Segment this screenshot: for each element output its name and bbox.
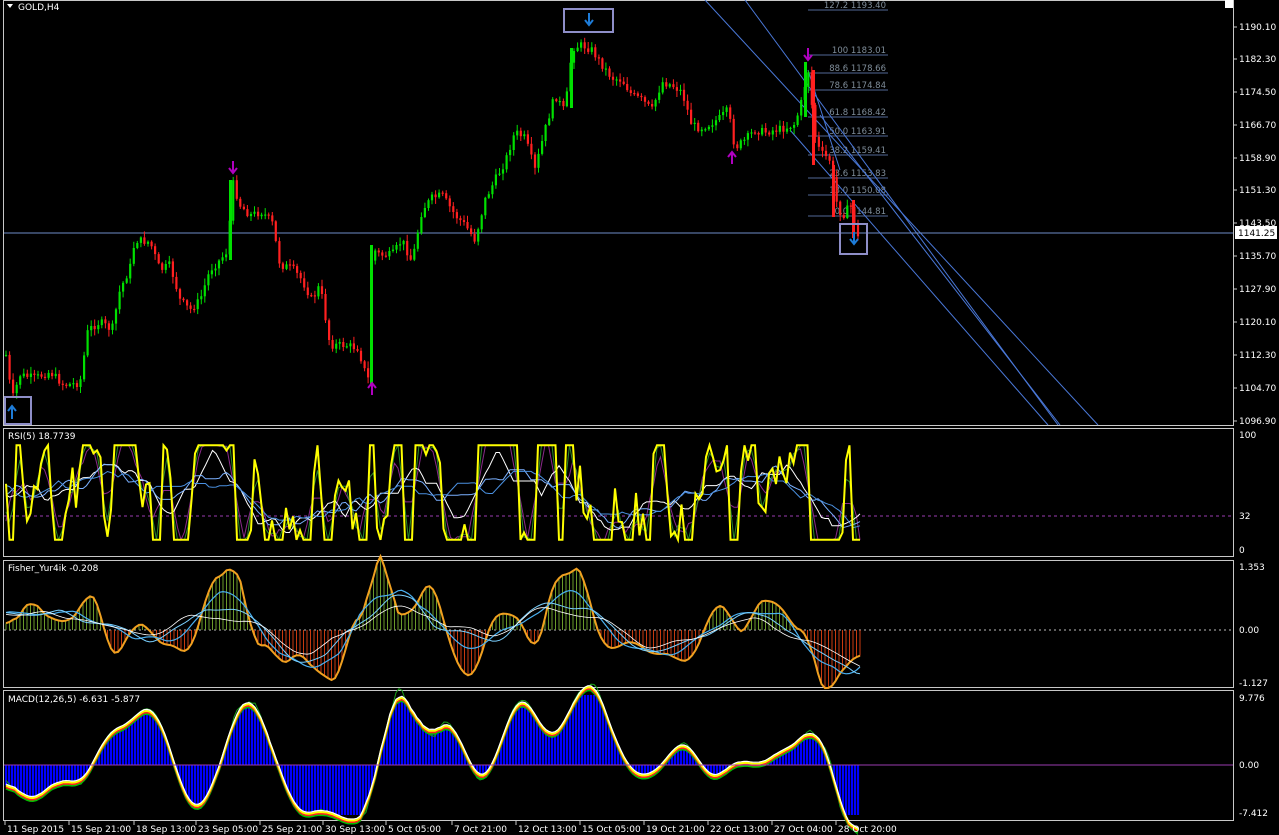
macd-lines	[4, 683, 860, 835]
fib-level-label: 100 1183.01	[832, 46, 886, 56]
rsi-tick: 0	[1239, 546, 1245, 556]
time-tick: 25 Sep 21:00	[262, 825, 322, 835]
price-tick: 1190.10	[1239, 23, 1276, 33]
price-tick: 1182.30	[1239, 55, 1276, 65]
price-tick: 1135.70	[1239, 252, 1276, 262]
price-tick: 1104.70	[1239, 384, 1276, 394]
current-price-tag: 1141.25	[1235, 226, 1277, 239]
up-arrow-icon	[367, 381, 377, 395]
time-tick: 7 Oct 21:00	[454, 825, 507, 835]
price-tick: 1166.70	[1239, 121, 1276, 131]
macd-tick: 0.00	[1239, 761, 1259, 771]
macd-title: MACD(12,26,5) -6.631 -5.877	[8, 695, 140, 705]
chart-window[interactable]: 127.2 1193.40 100 1183.01 88.6 1178.66 78.6…	[0, 0, 1279, 835]
time-tick: 11 Sep 2015	[7, 825, 64, 835]
up-arrow-icon	[727, 150, 737, 164]
svg-text:1141.25: 1141.25	[1238, 229, 1275, 239]
fisher-pane[interactable]: Fisher_Yur4ik -0.208 1.353 0.00 -1.127	[4, 553, 1268, 690]
rsi-pane[interactable]: RSI(5) 18.7739 100 32 0	[4, 431, 1256, 556]
fib-level-label: 50.0 1163.91	[829, 127, 886, 137]
price-tick: 1158.90	[1239, 154, 1276, 164]
time-tick: 27 Oct 04:00	[774, 825, 833, 835]
chevron-down-icon	[7, 4, 13, 8]
price-tick: 1151.30	[1239, 186, 1276, 196]
signal-arrows	[228, 48, 813, 395]
fisher-lines	[5, 553, 861, 690]
time-tick: 18 Sep 13:00	[136, 825, 196, 835]
trend-channel[interactable]	[704, 0, 1099, 426]
price-tick: 1174.50	[1239, 88, 1276, 98]
symbol-title[interactable]: GOLD,H4	[7, 3, 60, 13]
fib-level-label: 127.2 1193.40	[824, 1, 886, 11]
rsi-tick: 32	[1239, 512, 1250, 522]
fisher-tick: -1.127	[1239, 679, 1268, 689]
time-tick: 28 Oct 20:00	[838, 825, 897, 835]
rsi-title: RSI(5) 18.7739	[8, 432, 76, 442]
fib-level-label: 0.0 1144.81	[835, 207, 886, 217]
fib-level-label: 88.6 1178.66	[829, 64, 886, 74]
fisher-title: Fisher_Yur4ik -0.208	[8, 564, 99, 574]
macd-tick: -7.412	[1239, 809, 1268, 819]
price-tick: 1096.90	[1239, 417, 1276, 427]
time-tick: 5 Oct 05:00	[388, 825, 441, 835]
down-arrow-icon	[228, 161, 238, 175]
time-tick: 12 Oct 13:00	[518, 825, 577, 835]
macd-pane[interactable]: MACD(12,26,5) -6.631 -5.877 9.776 0.00 -…	[4, 683, 1268, 835]
down-arrow-icon	[849, 232, 859, 246]
time-tick: 15 Oct 05:00	[582, 825, 641, 835]
time-tick: 30 Sep 13:00	[325, 825, 385, 835]
price-tick: 1112.30	[1239, 351, 1276, 361]
fib-level-label: 38.2 1159.41	[829, 146, 886, 156]
price-axis: 1190.10 1182.30 1174.50 1166.70 1158.90 1151.…	[1233, 23, 1276, 427]
time-tick: 23 Sep 05:00	[198, 825, 258, 835]
chart-corner-indicator	[1225, 0, 1233, 8]
down-arrow-icon	[803, 48, 813, 62]
macd-tick: 9.776	[1239, 694, 1265, 704]
price-tick: 1120.10	[1239, 318, 1276, 328]
time-axis: 11 Sep 2015 15 Sep 21:00 18 Sep 13:00 23 Se…	[4, 821, 897, 835]
rsi-tick: 100	[1239, 431, 1256, 441]
rsi-lines	[5, 441, 861, 544]
price-tick: 1127.90	[1239, 285, 1276, 295]
price-pane[interactable]: 127.2 1193.40 100 1183.01 88.6 1178.66 78.6…	[4, 0, 1277, 427]
fib-level-label: 78.6 1174.84	[829, 81, 886, 91]
time-tick: 15 Sep 21:00	[71, 825, 131, 835]
fisher-tick: 0.00	[1239, 626, 1259, 636]
highlight-boxes	[4, 8, 868, 425]
time-tick: 22 Oct 13:00	[710, 825, 769, 835]
fisher-tick: 1.353	[1239, 563, 1265, 573]
candlesticks	[4, 37, 860, 399]
fib-level-label: 61.8 1168.42	[829, 108, 886, 118]
up-arrow-icon	[7, 404, 17, 419]
symbol-label: GOLD,H4	[18, 3, 60, 13]
time-tick: 19 Oct 21:00	[646, 825, 705, 835]
down-arrow-icon	[584, 13, 594, 27]
